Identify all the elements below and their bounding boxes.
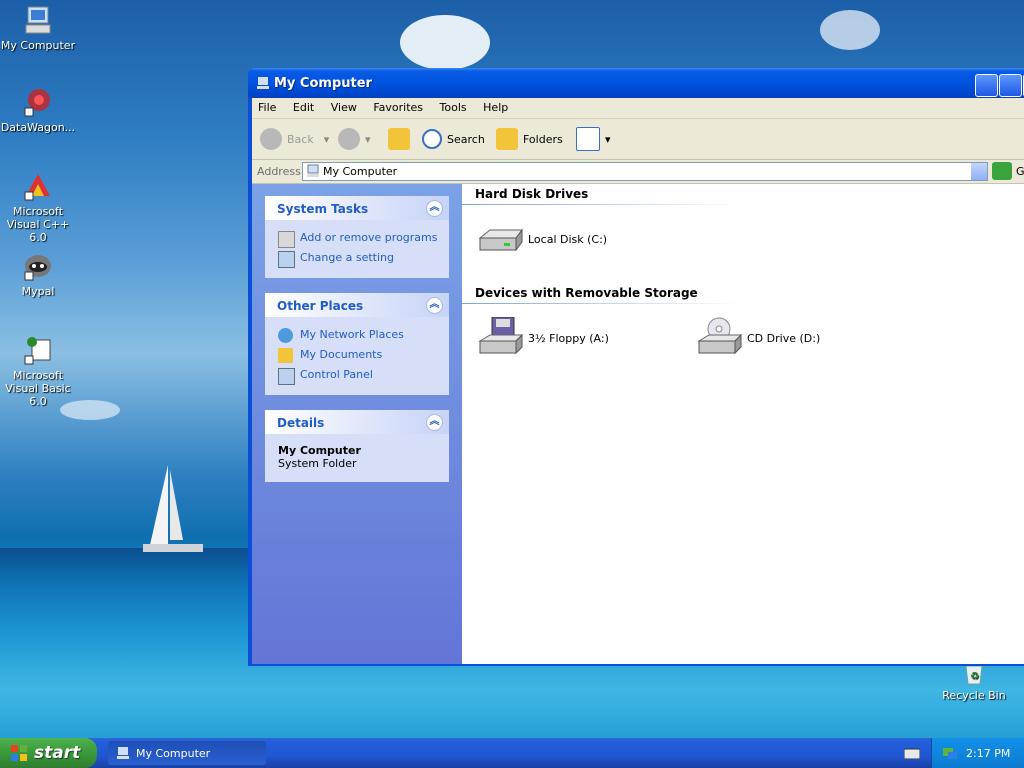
keyboard-icon[interactable] [904,747,920,759]
address-field[interactable]: My Computer [302,162,988,181]
desktop-icon-recycle-bin[interactable]: ♻ Recycle Bin [934,664,1014,702]
taskbar: start My Computer 2:17 PM [0,738,1024,768]
system-tasks-header[interactable]: System Tasks ︽ [265,196,449,220]
menu-tools[interactable]: Tools [434,98,474,114]
search-icon [422,129,442,149]
folders-button[interactable]: Folders [496,127,563,151]
wallpaper-cloud [400,15,490,70]
file-view: Hard Disk Drives Local Disk (C:) Devices… [462,184,1024,664]
search-button[interactable]: Search [422,127,485,151]
address-bar: Address My Computer Go [252,160,1024,184]
window-titlebar[interactable]: My Computer [248,68,1024,98]
menu-help[interactable]: Help [477,98,515,114]
my-network-places-link[interactable]: My Network Places [265,325,449,345]
control-panel-link[interactable]: Control Panel [265,365,449,385]
network-icon [278,328,293,343]
system-tasks-panel: System Tasks ︽ Add or remove programs Ch… [265,196,449,278]
visual-basic-icon [22,334,54,366]
control-panel-icon [278,368,295,385]
control-panel-icon [278,251,295,268]
window-title: My Computer [274,76,372,91]
menu-file[interactable]: File [252,98,283,114]
folders-icon [496,128,518,150]
menu-favorites[interactable]: Favorites [367,98,430,114]
desktop-icon-mypal[interactable]: Mypal [0,250,78,298]
group-divider [462,303,742,304]
my-documents-link[interactable]: My Documents [265,345,449,365]
group-divider [462,204,742,205]
computer-icon [257,77,269,89]
computer-icon [117,747,129,759]
address-dropdown-button[interactable] [971,163,987,180]
taskbar-item-my-computer[interactable]: My Computer [108,741,266,765]
task-pane: System Tasks ︽ Add or remove programs Ch… [252,184,462,664]
views-icon [576,127,600,151]
collapse-chevron-icon[interactable]: ︽ [426,414,443,431]
menu-view[interactable]: View [325,98,364,114]
system-tray: 2:17 PM [931,738,1024,768]
cd-drive-icon [695,317,743,359]
views-button[interactable]: ▾ [576,127,611,151]
svg-text:♻: ♻ [970,671,979,682]
desktop-icon-datawagon[interactable]: DataWagon... [0,86,78,134]
desktop-icon-my-computer[interactable]: My Computer [0,4,78,52]
datawagon-icon [22,86,54,118]
add-remove-icon [278,231,295,248]
explorer-window: My Computer File Edit View Favorites Too… [248,68,1024,666]
details-panel: Details ︽ My Computer System Folder [265,410,449,482]
desktop-icon-visual-cpp[interactable]: Microsoft Visual C++ 6.0 [0,170,78,244]
recycle-bin-icon: ♻ [958,664,990,686]
computer-icon [22,4,54,36]
maximize-button[interactable] [999,74,1022,97]
group-header-removable-storage: Devices with Removable Storage [475,286,698,300]
up-button[interactable] [388,127,415,151]
change-setting-link[interactable]: Change a setting [265,248,449,268]
forward-button[interactable]: ▾ [338,127,371,151]
computer-icon [307,164,319,177]
visual-cpp-icon [22,170,54,202]
group-header-hard-disks: Hard Disk Drives [475,187,589,201]
details-type: System Folder [278,457,357,470]
details-name: My Computer [278,444,361,457]
collapse-chevron-icon[interactable]: ︽ [426,297,443,314]
folder-up-icon [388,128,410,150]
add-remove-programs-link[interactable]: Add or remove programs [265,228,449,248]
other-places-header[interactable]: Other Places ︽ [265,293,449,317]
back-arrow-icon [260,128,282,150]
wallpaper-cloud [820,10,880,50]
forward-arrow-icon [338,128,360,150]
back-button[interactable]: Back ▾ [260,127,329,151]
start-button[interactable]: start [0,738,97,768]
documents-folder-icon [278,348,293,363]
drive-floppy-a[interactable]: 3½ Floppy (A:) [476,316,609,359]
drive-local-disk-c[interactable]: Local Disk (C:) [476,218,607,260]
other-places-panel: Other Places ︽ My Network Places My Docu… [265,293,449,395]
go-button[interactable]: Go [1016,165,1024,178]
menu-edit[interactable]: Edit [287,98,321,114]
raccoon-icon [22,250,54,282]
collapse-chevron-icon[interactable]: ︽ [426,200,443,217]
drive-cd-d[interactable]: CD Drive (D:) [695,317,820,359]
floppy-drive-icon [476,316,524,359]
desktop-icon-visual-basic[interactable]: Microsoft Visual Basic 6.0 [0,334,78,408]
standard-toolbar: Back ▾ ▾ Search Folders ▾ [252,119,1024,160]
windows-flag-icon [11,745,27,761]
details-header[interactable]: Details ︽ [265,410,449,434]
network-tray-icon[interactable] [942,745,958,761]
minimize-button[interactable] [975,74,998,97]
sailboat-image [143,465,203,552]
go-arrow-icon[interactable] [992,162,1012,180]
clock[interactable]: 2:17 PM [966,747,1010,760]
address-label: Address [257,165,301,178]
hard-disk-icon [476,218,524,260]
menu-bar: File Edit View Favorites Tools Help [252,98,1024,119]
